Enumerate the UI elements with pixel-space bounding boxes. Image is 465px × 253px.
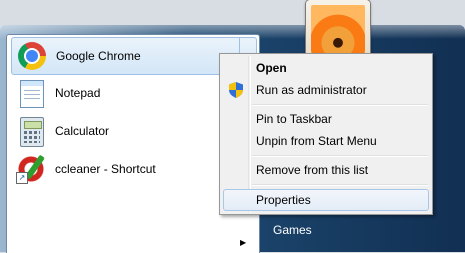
menu-item-label: Pin to Taskbar bbox=[256, 112, 332, 126]
menu-item-properties[interactable]: Properties bbox=[223, 189, 429, 211]
right-item-games[interactable]: Games bbox=[265, 218, 403, 242]
calculator-icon bbox=[15, 115, 47, 147]
context-menu: Open Run as administrator Pin to Taskbar… bbox=[219, 53, 433, 215]
program-label: ccleaner - Shortcut bbox=[55, 162, 156, 176]
menu-item-open[interactable]: Open bbox=[223, 57, 429, 79]
uac-shield-icon bbox=[229, 82, 243, 98]
chrome-icon bbox=[16, 40, 48, 72]
shortcut-arrow-icon: ↗ bbox=[16, 172, 28, 184]
menu-item-run-as-administrator[interactable]: Run as administrator bbox=[223, 79, 429, 101]
menu-item-label: Properties bbox=[256, 193, 311, 207]
notepad-icon bbox=[15, 77, 47, 109]
program-label: Google Chrome bbox=[56, 49, 141, 63]
ccleaner-icon: ↗ bbox=[15, 153, 47, 185]
menu-item-pin-to-taskbar[interactable]: Pin to Taskbar bbox=[223, 108, 429, 130]
menu-item-remove-from-list[interactable]: Remove from this list bbox=[223, 159, 429, 181]
menu-separator bbox=[252, 155, 428, 157]
program-label: Calculator bbox=[55, 124, 110, 138]
menu-separator bbox=[252, 184, 428, 186]
program-label: Notepad bbox=[55, 86, 101, 100]
menu-item-unpin-from-start-menu[interactable]: Unpin from Start Menu bbox=[223, 130, 429, 152]
all-programs-arrow-icon[interactable]: ▶ bbox=[240, 238, 246, 247]
menu-separator bbox=[252, 104, 428, 106]
menu-item-label: Remove from this list bbox=[256, 163, 369, 177]
menu-item-label: Run as administrator bbox=[256, 83, 367, 97]
menu-item-label: Unpin from Start Menu bbox=[256, 134, 377, 148]
menu-item-label: Open bbox=[256, 61, 287, 75]
